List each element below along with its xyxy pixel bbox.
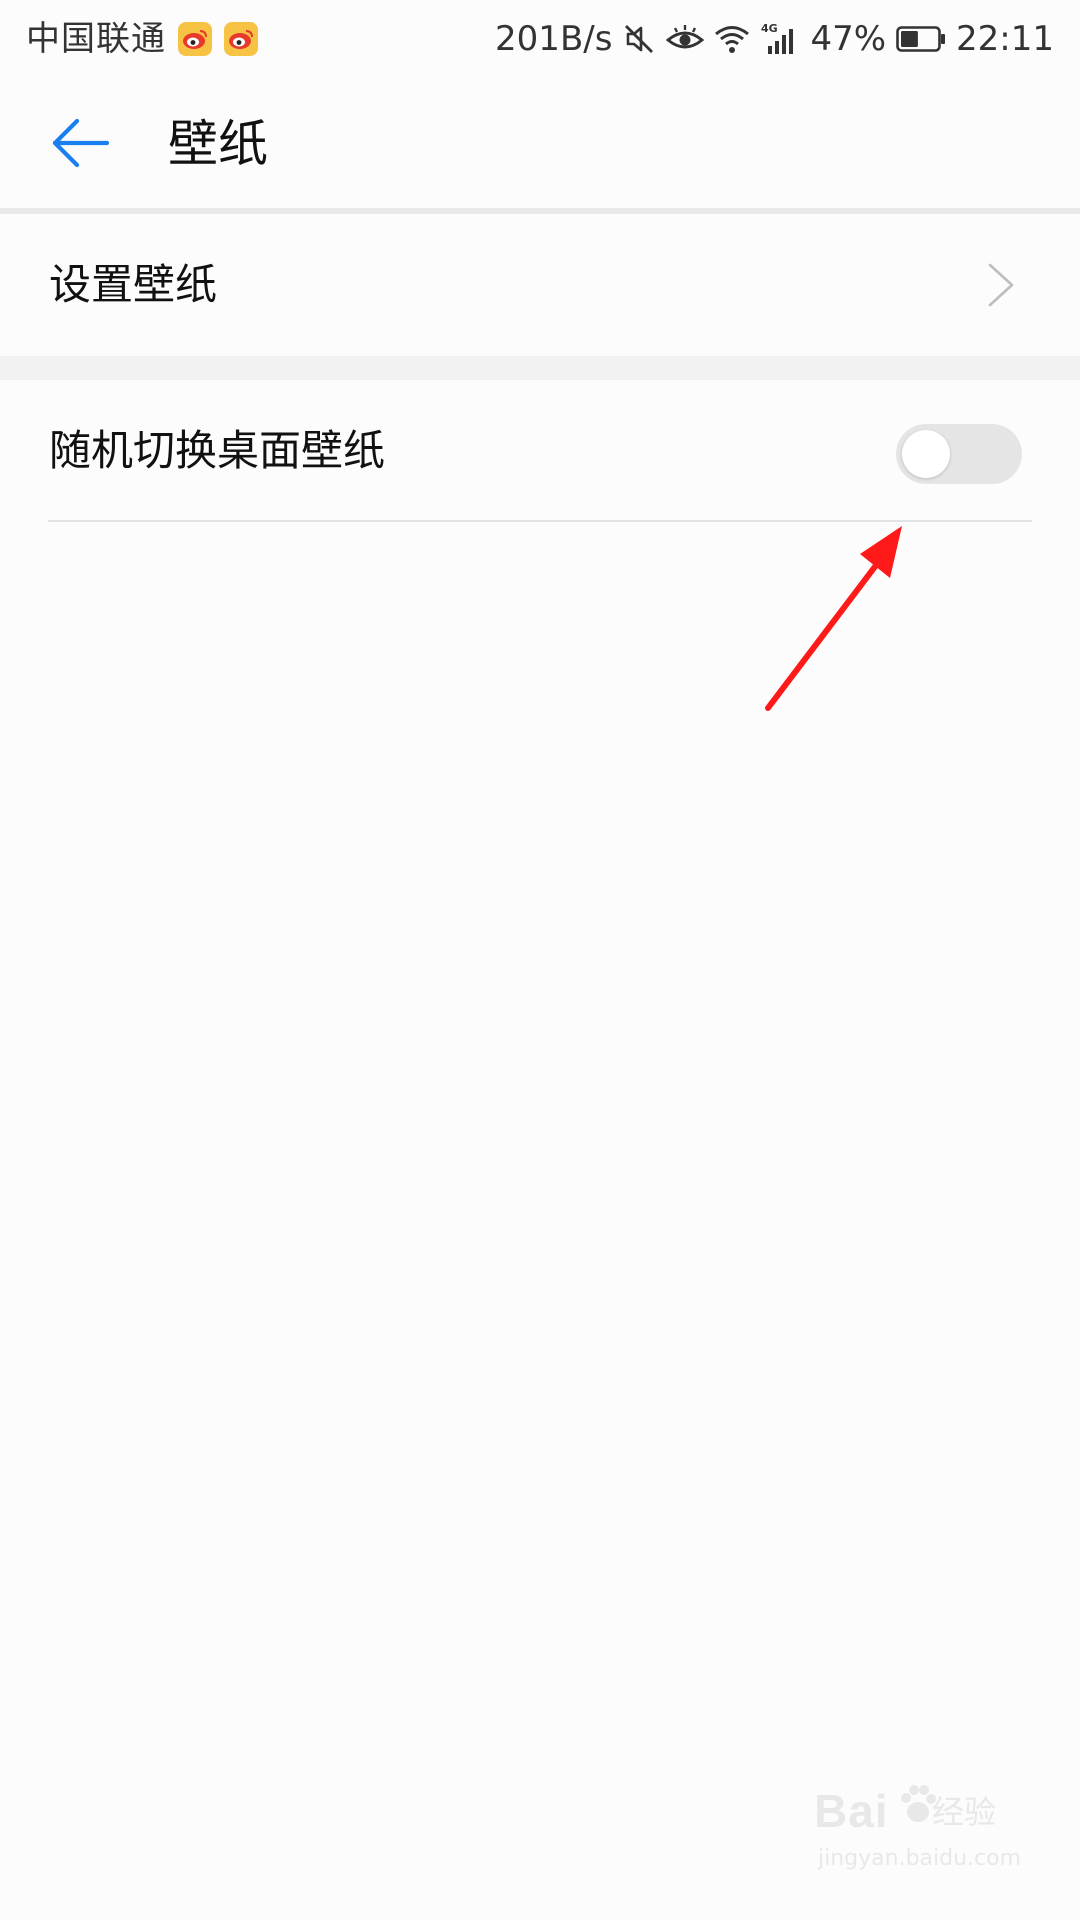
battery-icon: [896, 26, 946, 52]
watermark-brand: Bai: [814, 1785, 889, 1837]
mute-icon: [622, 22, 656, 56]
set-wallpaper-label: 设置壁纸: [49, 260, 218, 309]
battery-percent: 47%: [810, 19, 887, 59]
net-speed: 201B/s: [495, 19, 613, 59]
random-wallpaper-toggle[interactable]: [896, 424, 1022, 484]
weibo-icon: [224, 22, 258, 56]
weibo-icon: [178, 22, 212, 56]
status-left: 中国联通: [26, 14, 258, 64]
clock: 22:11: [956, 19, 1054, 59]
set-wallpaper-row[interactable]: 设置壁纸: [0, 214, 1080, 356]
network-type-label: 4G: [761, 22, 778, 35]
signal-4g-icon: 4G: [760, 22, 800, 56]
row-divider: [48, 520, 1032, 522]
watermark-url: jingyan.baidu.com: [818, 1846, 1022, 1871]
app-header: 壁纸: [0, 76, 1080, 208]
toggle-knob: [902, 430, 950, 478]
random-wallpaper-label: 随机切换桌面壁纸: [49, 426, 386, 475]
wifi-icon: [714, 24, 750, 54]
page-title: 壁纸: [168, 115, 268, 173]
carrier-name: 中国联通: [26, 19, 166, 59]
chevron-right-icon: [988, 263, 1014, 307]
status-right: 201B/s 4G 47% 22:11: [495, 14, 1054, 64]
back-arrow-icon: [52, 118, 110, 168]
watermark: Bai 经验 jingyan.baidu.com: [814, 1782, 1024, 1892]
watermark-suffix: 经验: [932, 1793, 997, 1831]
random-wallpaper-row: 随机切换桌面壁纸: [0, 380, 1080, 520]
section-gap: [0, 356, 1080, 380]
back-button[interactable]: [48, 110, 114, 176]
status-bar: 中国联通 201B/s 4G 47% 22:11: [0, 0, 1080, 76]
eye-comfort-icon: [666, 24, 705, 54]
